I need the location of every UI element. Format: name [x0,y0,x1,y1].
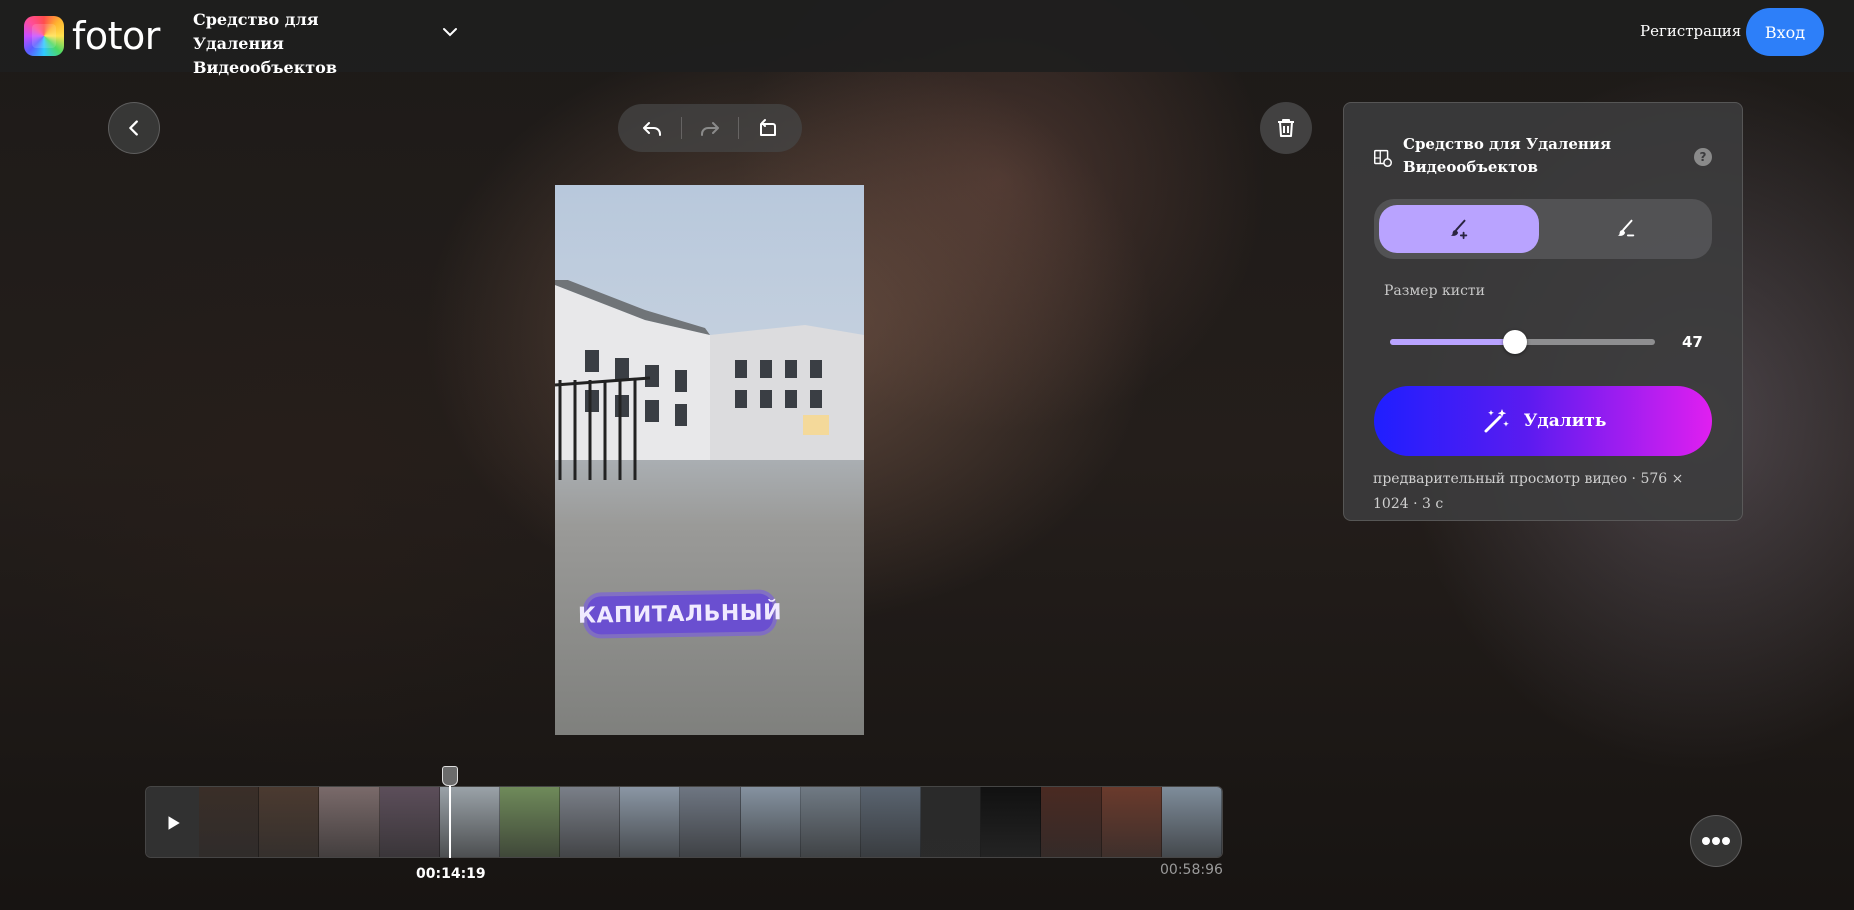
timeline-frame-thumbnail [1161,787,1222,857]
undo-icon [643,122,662,136]
brush-size-fill [1390,339,1515,345]
back-button[interactable] [108,102,160,154]
tool-menu-title[interactable]: Средство для Удаления Видеообъектов [193,8,393,80]
trash-icon [1278,119,1294,137]
fotor-logo[interactable]: fotor [24,14,160,58]
timeline-frame-thumbnail [860,787,922,857]
register-link[interactable]: Регистрация [1640,22,1741,40]
object-removal-panel: Средство для Удаления Видеообъектов ? Ра… [1343,102,1743,521]
timeline-frame-thumbnail [800,787,861,857]
current-time: 00:14:19 [416,866,486,882]
timeline-frames [199,787,1222,857]
panel-title: Средство для Удаления Видеообъектов [1403,135,1612,176]
add-brush-button[interactable] [1379,205,1539,253]
magic-wand-icon [1484,409,1509,433]
redo-icon [700,122,719,136]
caption-overlay[interactable]: КАПИТАЛЬНЫЙ [578,593,782,635]
timeline-frame-thumbnail [259,787,320,857]
login-button[interactable]: Вход [1746,8,1824,56]
logo-text: fotor [72,14,160,58]
total-time: 00:58:96 [1160,862,1223,878]
more-icon [1702,837,1730,845]
brush-size-value: 47 [1682,333,1703,351]
reset-button[interactable] [748,108,788,148]
fotor-logo-icon [24,16,64,56]
timeline-frame-thumbnail [499,787,561,857]
brush-mode-toggle [1374,199,1712,259]
brush-erase-icon [1617,219,1635,237]
remove-button[interactable]: Удалить [1374,386,1712,456]
erase-brush-button[interactable] [1546,205,1706,253]
help-icon[interactable]: ? [1694,148,1712,166]
timeline-frame-thumbnail [1041,787,1102,857]
preview-info: предварительный просмотр видео · 576 × 1… [1373,471,1684,512]
play-icon [168,816,180,830]
timeline-frame-thumbnail [921,787,982,857]
chevron-left-icon [129,120,138,136]
timeline-frame-thumbnail [560,787,621,857]
timeline-frame-thumbnail [740,787,801,857]
toolbar-divider [738,117,740,139]
object-removal-icon [1374,149,1392,167]
video-frame-image [555,280,864,480]
top-bar: fotor Средство для Удаления Видеообъекто… [0,0,1854,77]
play-button[interactable] [146,787,199,857]
more-button[interactable] [1690,815,1742,867]
redo-button[interactable] [690,108,730,148]
video-preview[interactable]: КАПИТАЛЬНЫЙ [555,185,864,735]
playhead-handle[interactable] [441,766,458,786]
timeline-frame-thumbnail [981,787,1042,857]
brush-size-label: Размер кисти [1384,283,1485,299]
brush-add-icon [1450,219,1468,240]
timeline-frame-thumbnail [620,787,681,857]
delete-button[interactable] [1260,102,1312,154]
timeline-frame-thumbnail [1101,787,1162,857]
timeline-frame-thumbnail [319,787,380,857]
brush-size-thumb[interactable] [1502,330,1527,354]
chevron-down-icon[interactable] [438,20,462,44]
video-timeline[interactable] [145,786,1223,858]
timeline-frame-thumbnail [379,787,440,857]
undo-button[interactable] [632,108,672,148]
playhead-line [448,778,451,858]
timeline-frame-thumbnail [680,787,741,857]
remove-button-label: Удалить [1523,411,1607,431]
toolbar-divider [680,117,682,139]
reset-icon [759,119,776,136]
timeline-frame-thumbnail [199,787,260,857]
brush-size-slider[interactable] [1390,330,1655,354]
history-toolbar [618,104,802,152]
